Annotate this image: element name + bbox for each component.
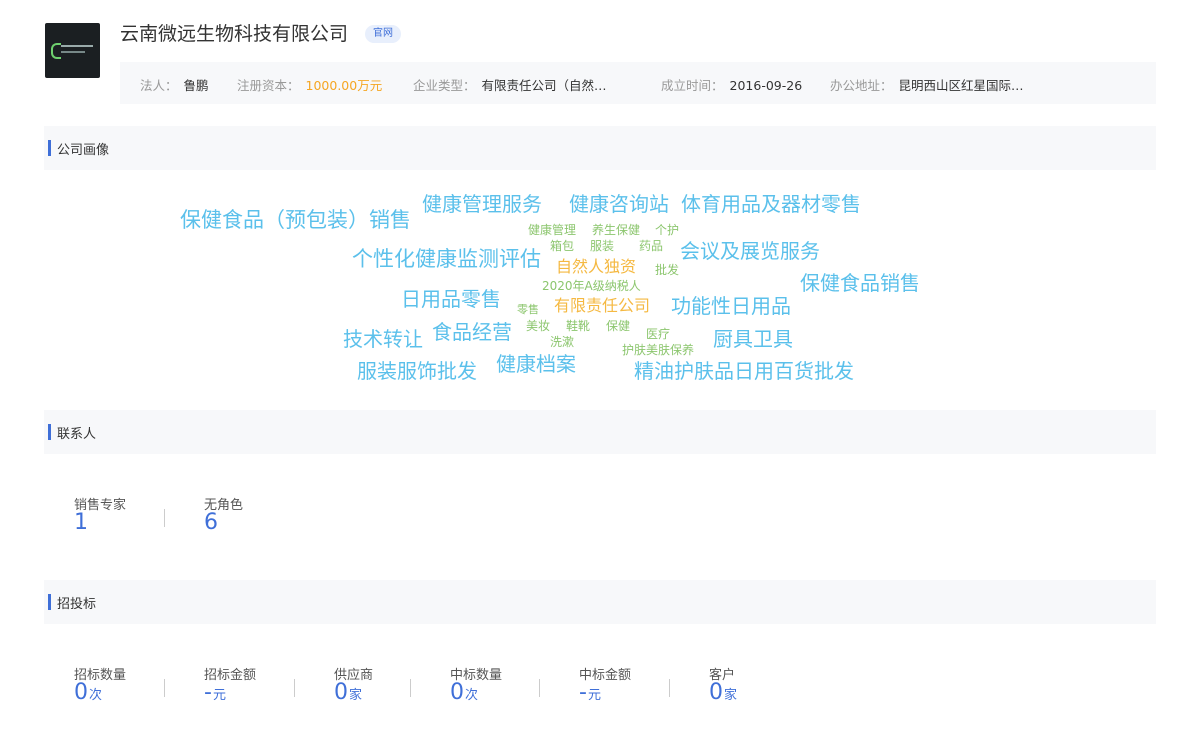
cloud-word[interactable]: 保健: [606, 320, 630, 332]
company-logo: [45, 23, 100, 78]
cloud-word[interactable]: 箱包: [550, 240, 574, 252]
stat-value: 0次: [450, 680, 478, 705]
logo-mark-icon: [51, 43, 61, 59]
stat-divider: [164, 679, 165, 697]
cloud-word[interactable]: 批发: [655, 264, 679, 276]
cloud-word[interactable]: 保健食品（预包装）销售: [180, 210, 411, 231]
cloud-word[interactable]: 护肤美肤保养: [622, 344, 694, 356]
info-label: 注册资本：: [237, 78, 300, 93]
cloud-word[interactable]: 健康咨询站: [569, 194, 669, 214]
stat-divider: [669, 679, 670, 697]
stat-value: 0次: [74, 680, 102, 705]
stat-unit: 家: [724, 688, 738, 703]
info-office-address: 办公地址： 昆明西山区红星国际…: [830, 75, 1024, 94]
section-title: 公司画像: [57, 143, 110, 158]
info-value: 2016-09-26: [729, 78, 803, 93]
official-website-badge[interactable]: 官网: [365, 25, 401, 43]
company-name: 云南微远生物科技有限公司: [120, 23, 349, 45]
cloud-word[interactable]: 自然人独资: [556, 259, 636, 275]
stat-number: 0: [709, 680, 723, 705]
stat-value: -元: [204, 680, 226, 705]
cloud-word[interactable]: 个护: [655, 224, 679, 236]
stat-divider: [164, 509, 165, 527]
section-bidding: 招投标: [44, 580, 1156, 624]
info-founded-date: 成立时间： 2016-09-26: [661, 75, 802, 94]
section-company-portrait: 公司画像: [44, 126, 1156, 170]
logo-text-line: [61, 51, 85, 53]
info-registered-capital: 注册资本： 1000.00万元: [237, 75, 382, 94]
section-accent-line: [48, 140, 51, 156]
info-label: 成立时间：: [661, 78, 724, 93]
cloud-word[interactable]: 健康管理: [528, 224, 576, 236]
cloud-word[interactable]: 日用品零售: [401, 289, 501, 309]
stat-unit: 元: [212, 688, 226, 703]
section-contacts: 联系人: [44, 410, 1156, 454]
stat-divider: [539, 679, 540, 697]
cloud-word[interactable]: 养生保健: [592, 224, 640, 236]
stat-number: 0: [450, 680, 464, 705]
cloud-word[interactable]: 零售: [517, 304, 539, 315]
stat-unit: 家: [349, 688, 363, 703]
stat-unit: 次: [465, 688, 479, 703]
stat-value: 1: [74, 510, 88, 535]
cloud-word[interactable]: 医疗: [646, 328, 670, 340]
cloud-word[interactable]: 洗漱: [550, 336, 574, 348]
cloud-word[interactable]: 精油护肤品日用百货批发: [634, 361, 854, 381]
cloud-word[interactable]: 2020年A级纳税人: [542, 280, 641, 292]
section-accent-line: [48, 424, 51, 440]
company-info-bar: 法人： 鲁鹏 注册资本： 1000.00万元 企业类型： 有限责任公司（自然… 成立时…: [120, 62, 1156, 104]
cloud-word[interactable]: 会议及展览服务: [680, 241, 820, 261]
stat-value: -元: [579, 680, 601, 705]
cloud-word[interactable]: 鞋靴: [566, 320, 590, 332]
stat-value: 6: [204, 510, 218, 535]
info-label: 企业类型：: [413, 78, 476, 93]
cloud-word[interactable]: 美妆: [526, 320, 550, 332]
cloud-word[interactable]: 药品: [639, 240, 663, 252]
info-label: 办公地址：: [830, 78, 893, 93]
section-accent-line: [48, 594, 51, 610]
cloud-word[interactable]: 健康管理服务: [422, 194, 542, 214]
stat-divider: [410, 679, 411, 697]
cloud-word[interactable]: 服装服饰批发: [357, 361, 477, 381]
cloud-word[interactable]: 有限责任公司: [554, 298, 650, 314]
stat-unit: 次: [89, 688, 103, 703]
info-value: 有限责任公司（自然…: [481, 78, 607, 93]
stat-number: 0: [74, 680, 88, 705]
stat-number: 0: [334, 680, 348, 705]
stat-number: -: [579, 680, 587, 705]
cloud-word[interactable]: 食品经营: [432, 322, 512, 342]
cloud-word[interactable]: 功能性日用品: [671, 296, 791, 316]
cloud-word[interactable]: 厨具卫具: [713, 329, 793, 349]
cloud-word[interactable]: 体育用品及器材零售: [681, 194, 861, 214]
stat-value: 0家: [709, 680, 737, 705]
cloud-word[interactable]: 个性化健康监测评估: [352, 249, 541, 270]
stat-unit: 元: [587, 688, 601, 703]
section-title: 招投标: [57, 597, 97, 612]
info-legal-person: 法人： 鲁鹏: [140, 75, 209, 94]
section-title: 联系人: [57, 427, 97, 442]
cloud-word[interactable]: 服装: [590, 240, 614, 252]
stat-divider: [294, 679, 295, 697]
info-label: 法人：: [140, 78, 178, 93]
logo-text-line: [61, 45, 93, 47]
info-value: 鲁鹏: [183, 78, 209, 93]
cloud-word[interactable]: 健康档案: [496, 354, 576, 374]
stat-number: -: [204, 680, 212, 705]
cloud-word[interactable]: 保健食品销售: [800, 273, 920, 293]
tag-word-cloud: 保健食品（预包装）销售 健康管理服务 健康咨询站 体育用品及器材零售 健康管理 …: [0, 180, 1200, 400]
cloud-word[interactable]: 技术转让: [343, 329, 423, 349]
info-value: 昆明西山区红星国际…: [898, 78, 1024, 93]
info-company-type: 企业类型： 有限责任公司（自然…: [413, 75, 607, 94]
stat-value: 0家: [334, 680, 362, 705]
info-value: 1000.00万元: [305, 78, 383, 93]
